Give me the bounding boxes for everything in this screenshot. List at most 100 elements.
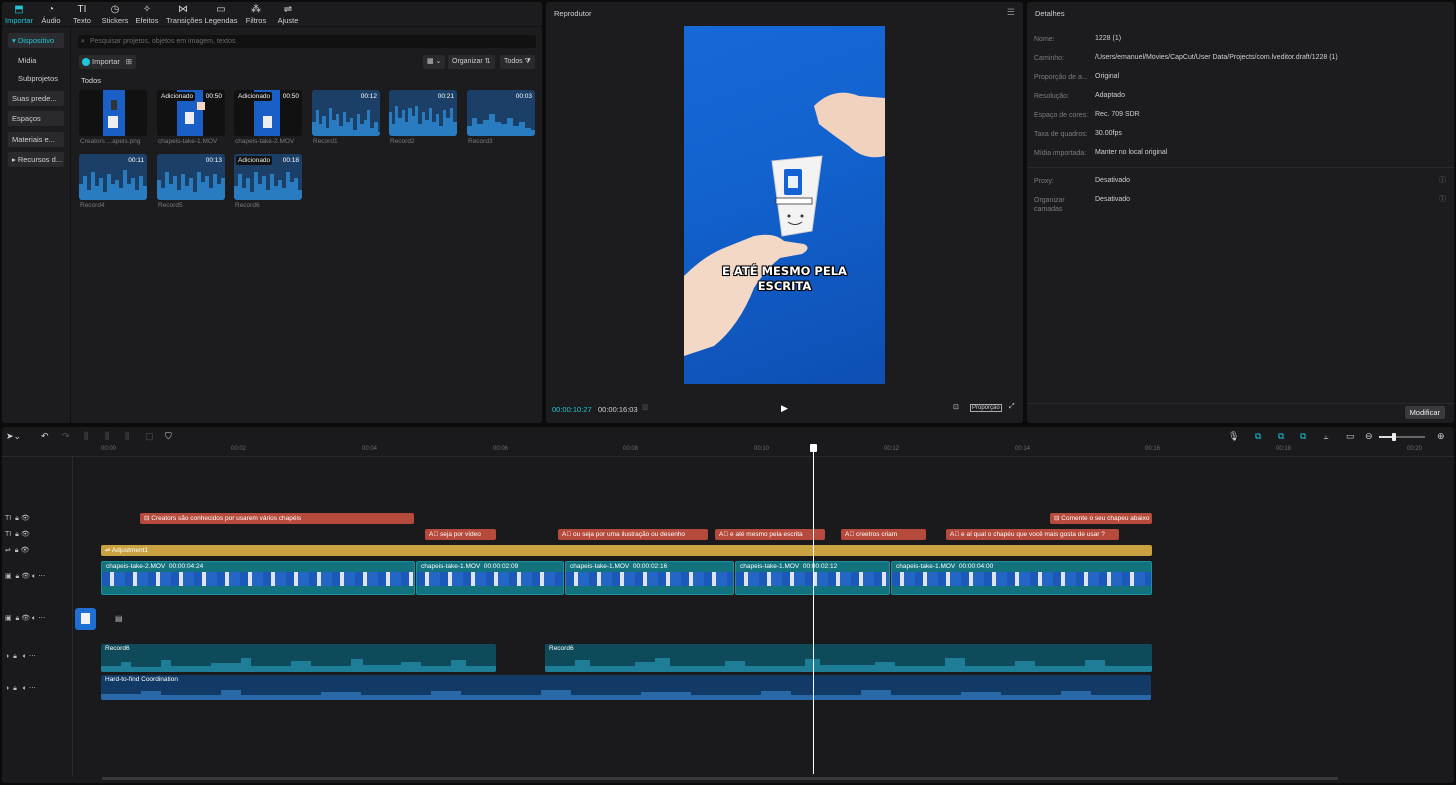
video-clip[interactable]: chapeis-take-1.MOV 00:00:02:09 bbox=[416, 561, 564, 595]
media-item[interactable]: 00:21 bbox=[389, 90, 457, 136]
shield-icon[interactable]: ⛉ bbox=[165, 431, 172, 442]
lock-icon[interactable]: 🔒︎ bbox=[15, 531, 19, 538]
nav-dispositivo[interactable]: ▾ Dispositivo bbox=[8, 33, 64, 48]
mute-icon[interactable]: 🔈︎ bbox=[32, 615, 36, 622]
tab-audio[interactable]: ◔ Áudio bbox=[34, 4, 68, 25]
mute-icon[interactable]: 🔈︎ bbox=[32, 573, 36, 580]
audio-clip[interactable]: Record6 bbox=[545, 644, 1152, 672]
nav-materiais[interactable]: Materiais e... bbox=[8, 132, 64, 147]
search-input[interactable]: ⌕ Pesquisar projetos, objetos em imagem, … bbox=[78, 35, 536, 48]
more-icon[interactable]: ⋯ bbox=[38, 615, 45, 622]
menu-icon[interactable]: ☰ bbox=[1007, 7, 1015, 18]
playhead-handle[interactable] bbox=[810, 444, 817, 452]
film-icon[interactable]: ▤ bbox=[115, 614, 123, 623]
audio-clip[interactable]: Hard-to-find Coordination bbox=[101, 675, 1151, 700]
main-track-magnet-icon[interactable]: ⧉ bbox=[1255, 431, 1261, 442]
auto-snap-icon[interactable]: ⧉ bbox=[1278, 431, 1284, 442]
tab-stickers[interactable]: ◷ Stickers bbox=[98, 4, 132, 25]
text-clip[interactable]: A⃞ e aí qual o chapéu que você mais gost… bbox=[946, 529, 1119, 540]
lock-icon[interactable]: 🔒︎ bbox=[15, 547, 19, 554]
playhead[interactable] bbox=[813, 446, 814, 774]
media-item[interactable]: 00:11 bbox=[79, 154, 147, 200]
video-preview[interactable]: E ATÉ MESMO PELA ESCRITA bbox=[684, 26, 885, 384]
organize-button[interactable]: Organizar ⇅ bbox=[448, 55, 495, 69]
tab-ajuste[interactable]: ⇌ Ajuste bbox=[271, 4, 305, 25]
adjustment-clip[interactable]: ⇌ Adjustment1 bbox=[101, 545, 1152, 556]
fit-screen-icon[interactable]: ⊡ bbox=[953, 403, 959, 411]
media-item[interactable] bbox=[79, 90, 147, 136]
media-item[interactable]: 00:03 bbox=[467, 90, 535, 136]
text-clip[interactable]: A⃞ ou seja por uma ilustração ou desenho bbox=[558, 529, 708, 540]
caption-icon[interactable]: ▭ bbox=[1346, 431, 1355, 442]
zoom-slider[interactable] bbox=[1379, 433, 1425, 441]
media-item[interactable]: Adicionado 00:18 bbox=[234, 154, 302, 200]
fullscreen-icon[interactable]: ⤢ bbox=[1009, 403, 1015, 411]
lock-icon[interactable]: 🔒︎ bbox=[16, 615, 20, 622]
nav-subprojetos[interactable]: Subprojetos bbox=[8, 71, 64, 86]
zoom-in-icon[interactable]: ⊕ bbox=[1437, 431, 1445, 442]
video-clip[interactable]: chapeis-take-1.MOV 00:00:04:00 bbox=[891, 561, 1152, 595]
text-clip[interactable]: ⊟ Comente o seu chapeu abaixo bbox=[1050, 513, 1152, 524]
text-clip[interactable]: A⃞ creetros criam bbox=[841, 529, 926, 540]
cover-thumbnail[interactable] bbox=[75, 608, 96, 630]
split-left-icon[interactable]: ⫼ bbox=[105, 431, 109, 442]
linkage-icon[interactable]: ⧉ bbox=[1300, 431, 1306, 442]
import-button[interactable]: Importar ⊞ bbox=[79, 55, 136, 69]
video-clip[interactable]: chapeis-take-2.MOV 00:00:04:24 bbox=[101, 561, 415, 595]
filter-button[interactable]: Todos ⧩ bbox=[500, 55, 535, 69]
more-icon[interactable]: ⋯ bbox=[38, 573, 45, 580]
media-item[interactable]: Adicionado 00:50 bbox=[234, 90, 302, 136]
lock-icon[interactable]: 🔒︎ bbox=[13, 685, 17, 692]
zoom-slider-handle[interactable] bbox=[1392, 433, 1396, 441]
video-clip[interactable]: chapeis-take-1.MOV 00:00:02:16 bbox=[565, 561, 734, 595]
microphone-icon[interactable]: 🎙 bbox=[1228, 431, 1239, 442]
delete-icon[interactable]: ▢ bbox=[145, 431, 154, 442]
select-tool-icon[interactable]: ➤⌄ bbox=[6, 431, 21, 442]
view-toggle-button[interactable]: ▦ ⌄ bbox=[423, 55, 446, 69]
lock-icon[interactable]: 🔒︎ bbox=[13, 653, 17, 660]
tab-legendas[interactable]: ▭ Legendas bbox=[204, 4, 238, 25]
redo-icon[interactable]: ↷ bbox=[62, 431, 70, 442]
ratio-button[interactable]: Proporção bbox=[970, 404, 1002, 412]
play-button[interactable]: ▶ bbox=[781, 403, 788, 414]
eye-icon[interactable]: 👁︎ bbox=[21, 573, 30, 580]
nav-suas-predefinicoes[interactable]: Suas prede... bbox=[8, 91, 64, 106]
nav-recursos[interactable]: ▸ Recursos d... bbox=[8, 152, 64, 167]
audio-clip[interactable]: Record6 bbox=[101, 644, 496, 672]
eye-icon[interactable]: 👁︎ bbox=[20, 547, 29, 554]
mute-icon[interactable]: 🔈︎ bbox=[23, 685, 27, 692]
timeline-scrollbar[interactable] bbox=[102, 777, 1338, 780]
undo-icon[interactable]: ↶ bbox=[41, 431, 49, 442]
more-icon[interactable]: ⋯ bbox=[29, 653, 36, 660]
split-icon[interactable]: ⫼ bbox=[84, 431, 88, 442]
text-clip[interactable]: A⃞ e até mesmo pela escrita bbox=[715, 529, 825, 540]
text-clip[interactable]: ⊟ Creators são conhecidos por usarem vár… bbox=[140, 513, 414, 524]
modify-button[interactable]: Modificar bbox=[1404, 406, 1445, 419]
qr-grid-icon[interactable]: ⊞ bbox=[126, 55, 132, 69]
tab-filtros[interactable]: ⁂ Filtros bbox=[239, 4, 273, 25]
eye-icon[interactable]: 👁︎ bbox=[21, 515, 30, 522]
time-ruler[interactable]: 00:00 00:02 00:04 00:06 00:08 00:10 00:1… bbox=[2, 444, 1454, 457]
waveform-toggle-icon[interactable]: ▥ bbox=[642, 403, 649, 411]
tab-transicoes[interactable]: ⋈ Transições bbox=[166, 4, 202, 25]
info-icon[interactable]: ⓘ bbox=[1439, 175, 1446, 185]
text-clip[interactable]: A⃞ seja por vídeo bbox=[425, 529, 496, 540]
split-right-icon[interactable]: ⫼ bbox=[125, 431, 129, 442]
zoom-out-icon[interactable]: ⊖ bbox=[1365, 431, 1373, 442]
eye-icon[interactable]: 👁︎ bbox=[21, 615, 30, 622]
eye-icon[interactable]: 👁︎ bbox=[21, 531, 30, 538]
tab-texto[interactable]: TI Texto bbox=[65, 4, 99, 25]
nav-espacos[interactable]: Espaços bbox=[8, 111, 64, 126]
media-item[interactable]: 00:12 bbox=[312, 90, 380, 136]
tab-efeitos[interactable]: ✧ Efeitos bbox=[130, 4, 164, 25]
mute-icon[interactable]: 🔈︎ bbox=[23, 653, 27, 660]
lock-icon[interactable]: 🔒︎ bbox=[15, 515, 19, 522]
tab-importar[interactable]: ⬒ Importar bbox=[2, 4, 36, 25]
info-icon[interactable]: ⓘ bbox=[1439, 194, 1446, 204]
preview-axis-icon[interactable]: ⫠ bbox=[1323, 431, 1328, 442]
lock-icon[interactable]: 🔒︎ bbox=[16, 573, 20, 580]
nav-midia[interactable]: Mídia bbox=[8, 53, 64, 68]
media-item[interactable]: Adicionado 00:50 bbox=[157, 90, 225, 136]
media-item[interactable]: 00:13 bbox=[157, 154, 225, 200]
more-icon[interactable]: ⋯ bbox=[29, 685, 36, 692]
